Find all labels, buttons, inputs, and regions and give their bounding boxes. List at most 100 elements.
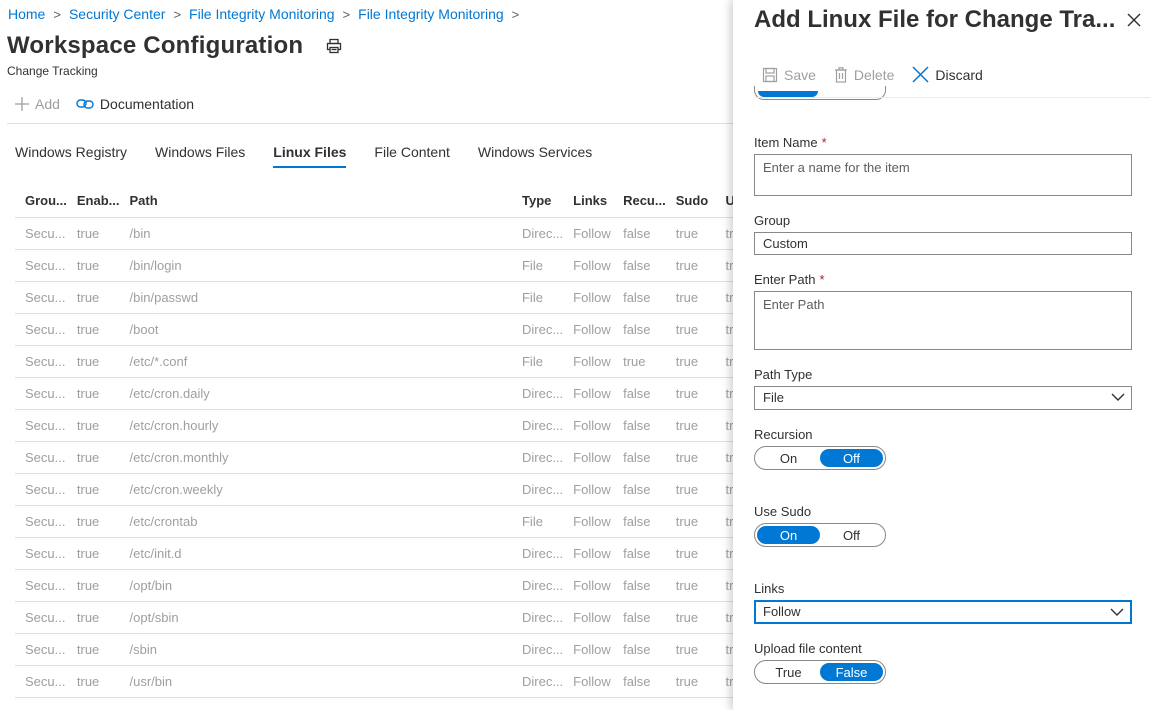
cell-path: /bin <box>119 217 512 250</box>
cell-type: Direc... <box>511 537 564 570</box>
cell-recursion: false <box>613 537 666 570</box>
group-label: Group <box>754 213 791 228</box>
cell-group: Secu... <box>15 249 67 282</box>
cell-type: Direc... <box>511 313 564 346</box>
table-row[interactable]: Secu... true/boot Direc... Follow false true t… <box>15 313 733 346</box>
cell-group: Secu... <box>15 601 67 634</box>
path-input[interactable]: Enter Path <box>754 291 1132 350</box>
documentation-button[interactable]: Documentation <box>76 96 194 112</box>
cell-path: /etc/cron.daily <box>119 377 512 410</box>
table-row[interactable]: Secu... true/etc/crontab File Follow false tr… <box>15 505 733 538</box>
use-sudo-label: Use Sudo <box>754 504 812 519</box>
table-row[interactable]: Secu... true/etc/cron.monthly Direc... Foll… <box>15 441 733 474</box>
cell-enabled: true <box>66 249 120 282</box>
path-type-label: Path Type <box>754 367 813 382</box>
cell-enabled: true <box>66 665 120 698</box>
upload-file-content-toggle[interactable]: True False <box>754 660 886 684</box>
recursion-toggle[interactable]: On Off <box>754 446 886 470</box>
column-header-links[interactable]: Links <box>563 185 614 218</box>
tab-file-content[interactable]: File Content <box>374 144 449 168</box>
add-button[interactable]: Add <box>15 96 60 112</box>
cell-sudo: true <box>665 633 716 666</box>
table-header-row: Grou... Enab... Path Type Links Recu... … <box>15 185 733 218</box>
cell-upload: tr <box>715 505 733 538</box>
upload-true-option[interactable]: True <box>757 663 820 681</box>
breadcrumb-home[interactable]: Home <box>8 6 45 22</box>
breadcrumb-separator: > <box>173 6 182 22</box>
cell-recursion: false <box>613 601 666 634</box>
required-mark: * <box>821 135 827 150</box>
cell-path: /etc/*.conf <box>119 345 512 378</box>
column-header-group[interactable]: Grou... <box>15 185 67 218</box>
cell-enabled: true <box>66 313 120 346</box>
table-body: Secu... true/bin Direc... Follow false true tr… <box>15 217 733 698</box>
close-icon[interactable] <box>1126 12 1142 28</box>
save-icon <box>762 67 778 83</box>
item-name-input[interactable]: Enter a name for the item <box>754 154 1132 196</box>
column-header-enabled[interactable]: Enab... <box>66 185 120 218</box>
cell-group: Secu... <box>15 313 67 346</box>
cell-group: Secu... <box>15 537 67 570</box>
table-row[interactable]: Secu... true/sbin Direc... Follow false true t… <box>15 633 733 666</box>
cell-links: Follow <box>563 473 614 506</box>
cell-type: Direc... <box>511 569 564 602</box>
group-input[interactable]: Custom <box>754 232 1132 255</box>
table-row[interactable]: Secu... true/etc/cron.weekly Direc... Follo… <box>15 473 733 506</box>
table-row[interactable]: Secu... true/etc/cron.hourly Direc... Follo… <box>15 409 733 442</box>
item-name-label-text: Item Name <box>754 135 818 150</box>
cell-path: /opt/bin <box>119 569 512 602</box>
table-row[interactable]: Secu... true/etc/*.conf File Follow true true… <box>15 345 733 378</box>
cell-type: File <box>511 505 564 538</box>
column-header-upload[interactable]: U <box>715 185 733 218</box>
table-row[interactable]: Secu... true/opt/sbin Direc... Follow false t… <box>15 601 733 634</box>
cell-enabled: true <box>66 473 120 506</box>
column-header-path[interactable]: Path <box>119 185 512 218</box>
table-row[interactable]: Secu... true/bin/passwd File Follow false tru… <box>15 281 733 314</box>
cell-recursion: false <box>613 633 666 666</box>
use-sudo-on-option[interactable]: On <box>757 526 820 544</box>
save-button[interactable]: Save <box>762 67 816 83</box>
discard-button[interactable]: Discard <box>912 66 983 83</box>
upload-false-option[interactable]: False <box>820 663 883 681</box>
tab-windows-files[interactable]: Windows Files <box>155 144 245 168</box>
table-row[interactable]: Secu... true/bin Direc... Follow false true tr <box>15 217 733 250</box>
cell-type: Direc... <box>511 633 564 666</box>
cell-links: Follow <box>563 633 614 666</box>
path-type-dropdown[interactable]: File <box>754 386 1132 410</box>
breadcrumb-file-integrity-monitoring[interactable]: File Integrity Monitoring <box>189 6 335 22</box>
table-row[interactable]: Secu... true/bin/login File Follow false true… <box>15 249 733 282</box>
table-row[interactable]: Secu... true/opt/bin Direc... Follow false tr… <box>15 569 733 602</box>
table-row[interactable]: Secu... true/etc/cron.daily Direc... Follow… <box>15 377 733 410</box>
cell-links: Follow <box>563 569 614 602</box>
column-header-type[interactable]: Type <box>511 185 564 218</box>
recursion-on-option[interactable]: On <box>757 449 820 467</box>
table-row[interactable]: Secu... true/usr/bin Direc... Follow false tr… <box>15 665 733 698</box>
recursion-off-option[interactable]: Off <box>820 449 883 467</box>
cell-sudo: true <box>665 345 716 378</box>
printer-icon[interactable] <box>325 37 343 55</box>
breadcrumb-file-integrity-monitoring-2[interactable]: File Integrity Monitoring <box>358 6 504 22</box>
cell-links: Follow <box>563 505 614 538</box>
delete-button[interactable]: Delete <box>834 67 894 83</box>
tab-windows-services[interactable]: Windows Services <box>478 144 592 168</box>
command-bar: Add Documentation <box>15 96 210 112</box>
cell-sudo: true <box>665 537 716 570</box>
cell-type: Direc... <box>511 377 564 410</box>
links-dropdown[interactable]: Follow <box>754 600 1132 624</box>
breadcrumb-security-center[interactable]: Security Center <box>69 6 165 22</box>
add-linux-file-panel: Add Linux File for Change Tra... Save De… <box>733 0 1150 710</box>
cell-group: Secu... <box>15 505 67 538</box>
cell-sudo: true <box>665 601 716 634</box>
table-row[interactable]: Secu... true/etc/init.d Direc... Follow fals… <box>15 537 733 570</box>
cell-sudo: true <box>665 665 716 698</box>
link-icon <box>76 98 94 110</box>
use-sudo-toggle[interactable]: On Off <box>754 523 886 547</box>
documentation-label: Documentation <box>99 96 195 112</box>
tab-windows-registry[interactable]: Windows Registry <box>15 144 127 168</box>
use-sudo-off-option[interactable]: Off <box>820 526 883 544</box>
column-header-sudo[interactable]: Sudo <box>665 185 716 218</box>
cell-recursion: false <box>613 569 666 602</box>
item-name-placeholder: Enter a name for the item <box>763 160 910 175</box>
column-header-recursion[interactable]: Recu... <box>613 185 666 218</box>
tab-linux-files[interactable]: Linux Files <box>273 144 347 168</box>
